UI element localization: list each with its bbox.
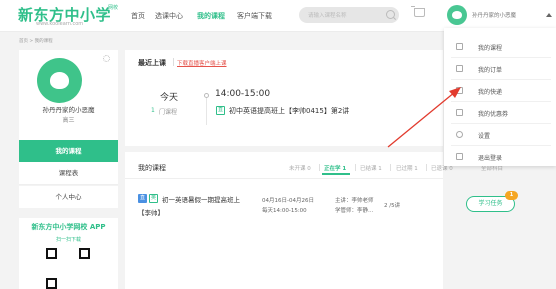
header-username[interactable]: 孙丹丹家的小恶魔 (472, 11, 516, 19)
dropdown-label: 我的快递 (478, 89, 503, 96)
site-logo-sub: 网校 (108, 5, 119, 11)
filter-learning[interactable]: 正在学 1 (324, 164, 346, 172)
search-placeholder: 请输入课程名称 (308, 13, 347, 19)
live-tag: 直 (138, 194, 147, 203)
title-divider (173, 58, 174, 66)
coupon-icon (456, 109, 463, 116)
sidebar-divider (19, 184, 118, 185)
breadcrumb: 首页 > 我的课程 (19, 39, 53, 44)
filter-expired[interactable]: 已过期 1 (396, 164, 418, 172)
my-courses-title: 我的课程 (138, 164, 166, 172)
sidebar-item-schedule[interactable]: 课程表 (19, 162, 118, 184)
my-courses-card (125, 152, 443, 289)
nav-client-download[interactable]: 客户端下载 (237, 11, 272, 21)
dropdown-label: 我的订单 (478, 67, 503, 74)
course-assistant: 学管师：李静… (335, 208, 374, 214)
app-promo-subtitle: 扫一扫下载 (55, 237, 81, 243)
sidebar-item-personal-center[interactable]: 个人中心 (19, 186, 118, 208)
course-name[interactable]: 初一英语暑假一期提高班上 (162, 194, 240, 204)
dropdown-item-settings[interactable]: 设置 (451, 124, 551, 144)
course-name-teacher[interactable]: 【李帅】 (138, 207, 164, 217)
timeline-dot (204, 93, 209, 98)
recent-course-count-label: 门课程 (159, 109, 178, 116)
profile-grade: 高三 (62, 117, 75, 124)
course-progress: 2 /5讲 (384, 203, 401, 209)
dropdown-label: 退出登录 (478, 155, 503, 162)
recent-day: 今天 (160, 93, 179, 103)
recent-course-count: 1 (151, 107, 155, 114)
sidebar-item-my-courses[interactable]: 我的课程 (19, 140, 118, 162)
dropdown-item-my-express[interactable]: 我的快递 (451, 80, 551, 100)
filter-divider (319, 164, 320, 171)
nav-my-courses[interactable]: 我的课程 (197, 11, 225, 21)
nav-home[interactable]: 首页 (131, 11, 145, 21)
dropdown-item-my-orders[interactable]: 我的订单 (451, 58, 551, 78)
order-icon (456, 65, 463, 72)
study-task-badge: 1 (505, 191, 518, 200)
nav-course-center[interactable]: 选课中心 (155, 11, 183, 21)
app-promo-title: 新东方中小学网校 APP (31, 223, 106, 231)
gear-icon (456, 131, 463, 138)
course-teacher: 主讲：李帅老师 (335, 198, 374, 204)
header-avatar[interactable] (447, 5, 467, 25)
logout-icon (456, 153, 463, 160)
cart-icon[interactable] (411, 6, 425, 17)
timeline-line (206, 95, 207, 125)
package-icon (456, 87, 463, 94)
recent-lesson-link[interactable]: 初中英语提高班上【李帅0415】第2讲 (229, 106, 349, 116)
dropdown-label: 我的优惠券 (478, 111, 509, 118)
dropdown-label: 我的课程 (478, 45, 503, 52)
dropdown-item-my-courses[interactable]: 我的课程 (451, 36, 551, 56)
gear-icon[interactable] (103, 55, 110, 62)
courses-header-divider (125, 178, 443, 179)
filter-divider (426, 164, 427, 171)
profile-name: 孙丹丹家的小恶魔 (42, 106, 95, 114)
caret-up-icon[interactable] (546, 13, 552, 17)
filter-not-started[interactable]: 未开课 0 (289, 164, 311, 172)
download-client-link[interactable]: 下载直播客户端上课 (177, 59, 227, 67)
search-icon[interactable] (386, 10, 395, 19)
course-time: 每天14:00-15:00 (262, 208, 307, 214)
dropdown-item-logout[interactable]: 退出登录 (451, 146, 551, 166)
recent-time: 14:00-15:00 (215, 89, 271, 99)
dropdown-item-my-coupons[interactable]: 我的优惠券 (451, 102, 551, 122)
subject-tag: 英 (149, 194, 158, 203)
dropdown-label: 设置 (478, 133, 491, 140)
recent-class-title: 最近上课 (138, 59, 166, 67)
filter-divider (355, 164, 356, 171)
live-badge: 直 (216, 106, 225, 115)
site-logo-url: www.koolearn.com (36, 21, 84, 27)
filter-divider (390, 164, 391, 171)
qr-code-image (46, 248, 90, 289)
filter-active-underline (322, 173, 350, 175)
filter-finished[interactable]: 已结课 1 (360, 164, 382, 172)
avatar[interactable] (37, 58, 82, 103)
book-icon (456, 43, 463, 50)
course-date: 04月16日-04月26日 (262, 198, 314, 204)
